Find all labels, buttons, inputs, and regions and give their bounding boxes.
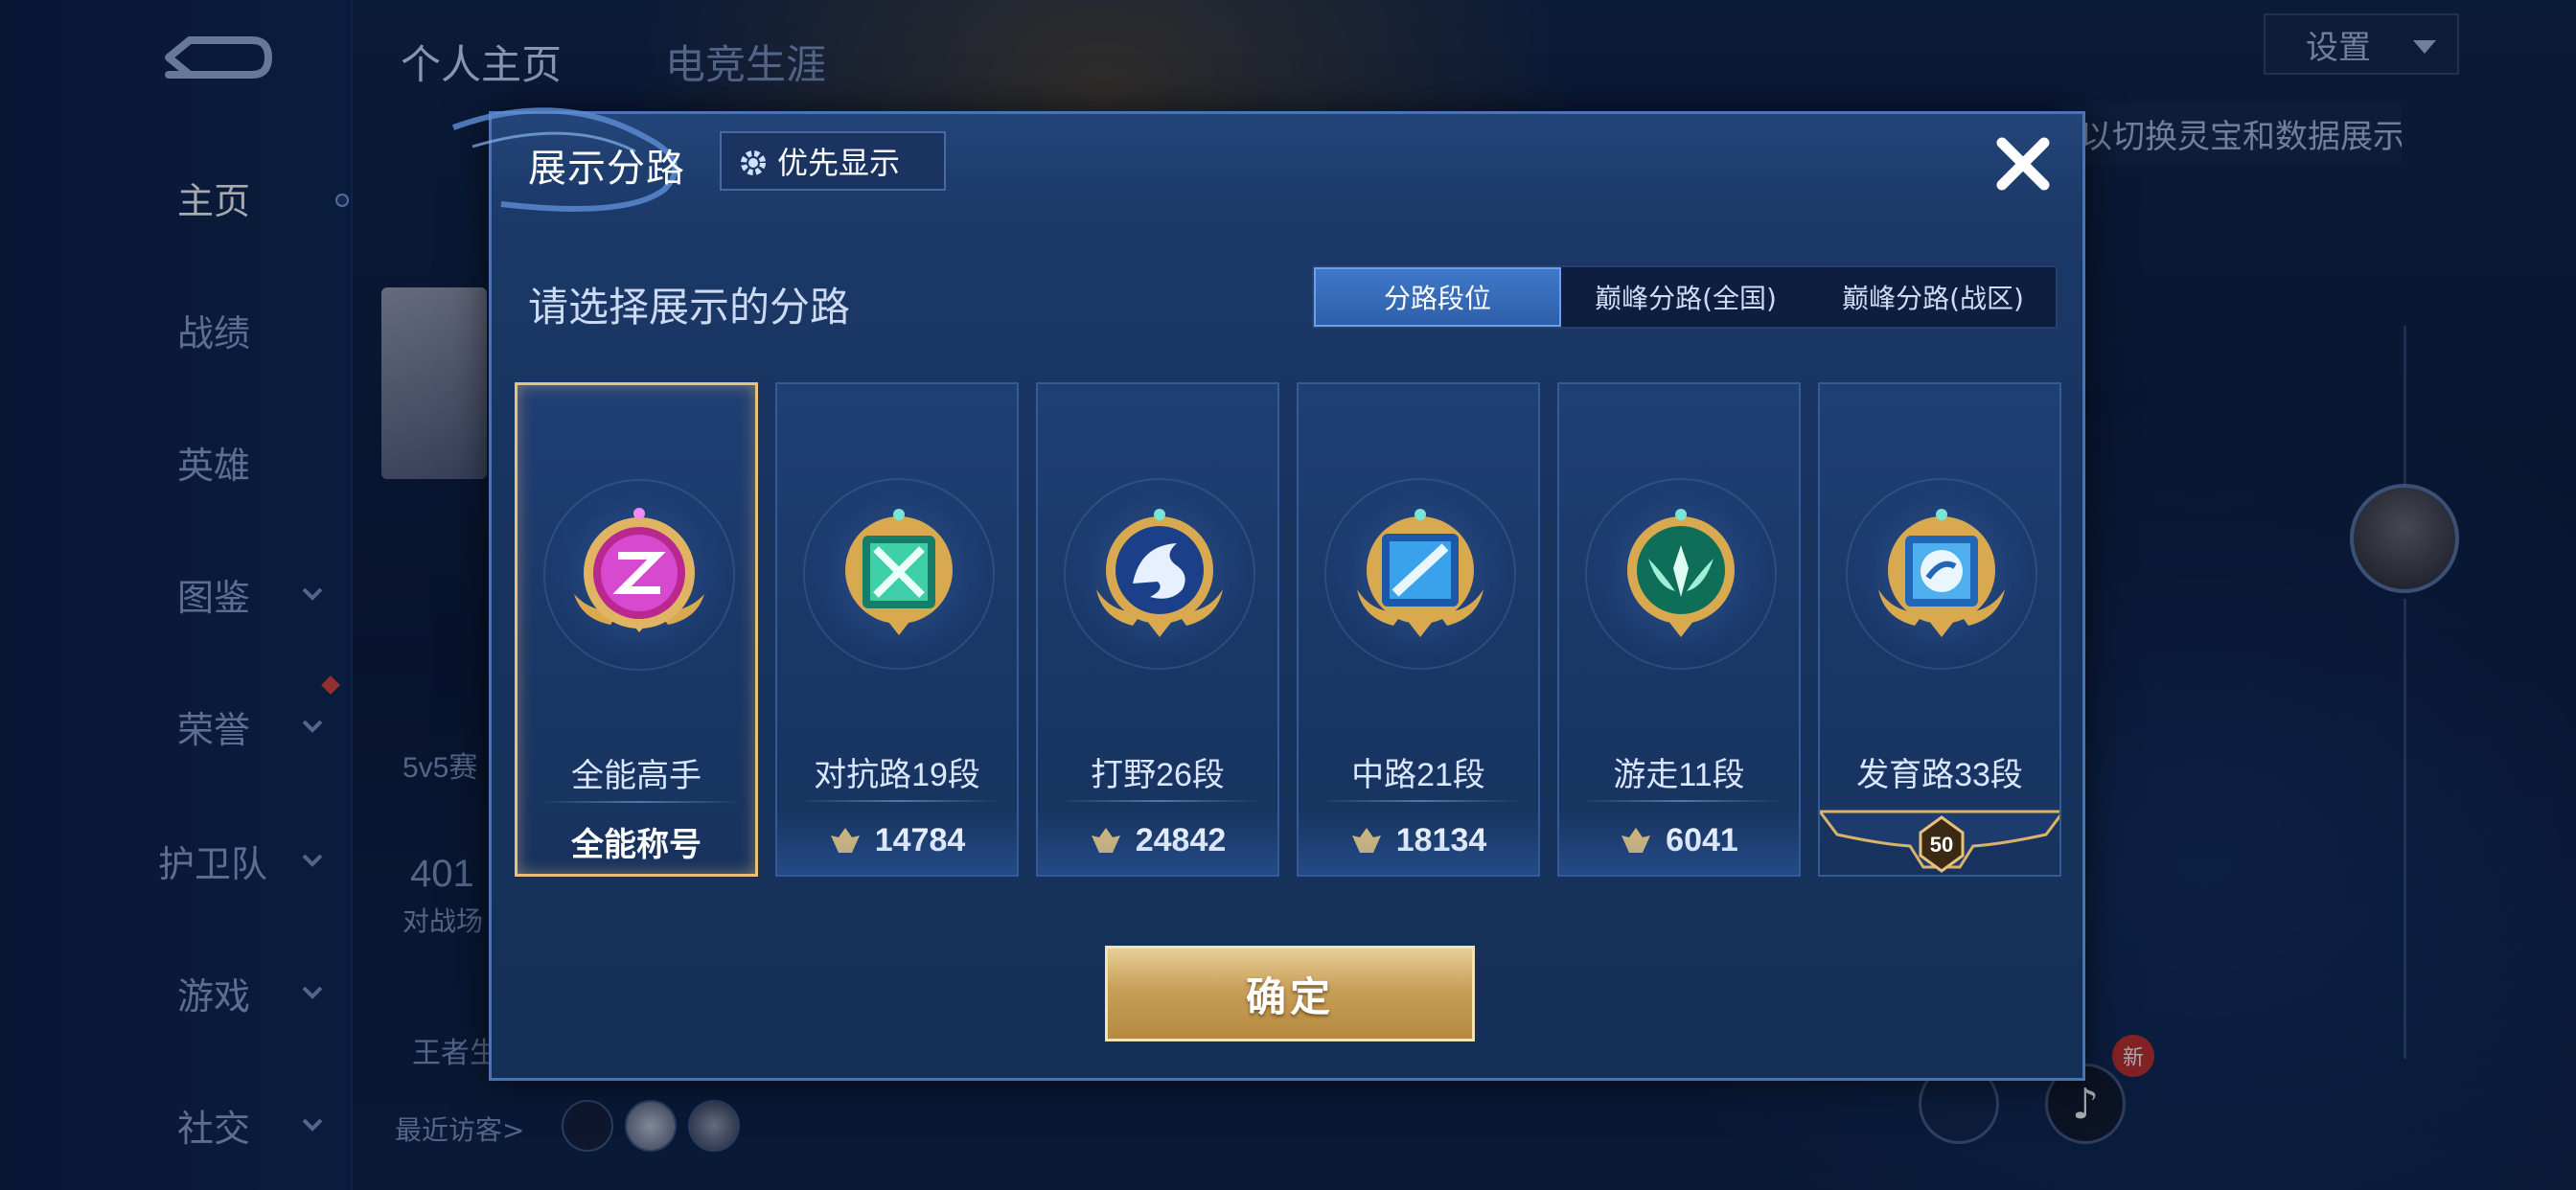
lane-display-modal: 展示分路 优先显示 请选择展示的分路 分路段位 巅峰分路(全国) 巅峰分路(战区… (451, 107, 2085, 1081)
farm-lane-badge-icon (1878, 509, 2005, 637)
lane-name: 对抗路19段 (814, 757, 980, 793)
jungle-badge-icon (1096, 509, 1223, 637)
card-bottom-glow (1559, 808, 1799, 875)
level-frame-icon: 50 (1820, 810, 2059, 873)
card-bottom-glow (1299, 808, 1538, 875)
priority-display-button[interactable]: 优先显示 (720, 131, 946, 191)
lane-card-jungle[interactable]: 打野26段 24842 (1036, 382, 1279, 877)
lane-card-all-round[interactable]: 全能高手 全能称号 (515, 382, 758, 877)
lane-value-text: 全能称号 (571, 826, 702, 863)
mid-lane-badge-icon (1357, 509, 1484, 637)
lane-type-tabs: 分路段位 巅峰分路(全国) 巅峰分路(战区) (1312, 265, 2058, 329)
lane-name: 游走11段 (1613, 757, 1745, 793)
confirm-button[interactable]: 确定 (1105, 946, 1475, 1041)
divider-line (1578, 800, 1783, 802)
clash-lane-badge-icon (845, 509, 953, 635)
all-round-badge-icon (574, 508, 704, 632)
lane-card-farm[interactable]: 发育路33段 50 (1818, 382, 2061, 877)
roam-badge-icon (1627, 509, 1735, 637)
confirm-label: 确定 (1245, 973, 1334, 1020)
card-bottom-glow (777, 808, 1017, 875)
priority-label: 优先显示 (777, 145, 901, 181)
modal-subtitle: 请选择展示的分路 (528, 285, 851, 330)
close-icon[interactable] (1987, 127, 2059, 200)
divider-line (537, 801, 742, 803)
lane-card-roam[interactable]: 游走11段 6041 (1557, 382, 1801, 877)
card-bottom-glow (1038, 808, 1277, 875)
lane-value: 全能称号 (518, 812, 755, 870)
lane-card-clash[interactable]: 对抗路19段 14784 (775, 382, 1019, 877)
tab-peak-national[interactable]: 巅峰分路(全国) (1561, 267, 1810, 327)
lane-name: 打野26段 (1091, 757, 1225, 793)
gear-icon (741, 150, 766, 175)
divider-line (796, 800, 1001, 802)
lane-name: 全能高手 (571, 758, 702, 794)
lane-card-list: 全能高手 全能称号 对抗路19段 14784 (515, 382, 2067, 881)
tab-peak-region[interactable]: 巅峰分路(战区) (1810, 267, 2056, 327)
lane-name: 中路21段 (1351, 757, 1485, 793)
lane-name: 发育路33段 (1856, 757, 2023, 793)
divider-line (1057, 800, 1262, 802)
modal-title: 展示分路 (528, 148, 685, 190)
lane-card-mid[interactable]: 中路21段 18134 (1297, 382, 1540, 877)
divider-line (1318, 800, 1523, 802)
level-number: 50 (1930, 833, 1953, 857)
tab-lane-rank[interactable]: 分路段位 (1314, 267, 1561, 327)
